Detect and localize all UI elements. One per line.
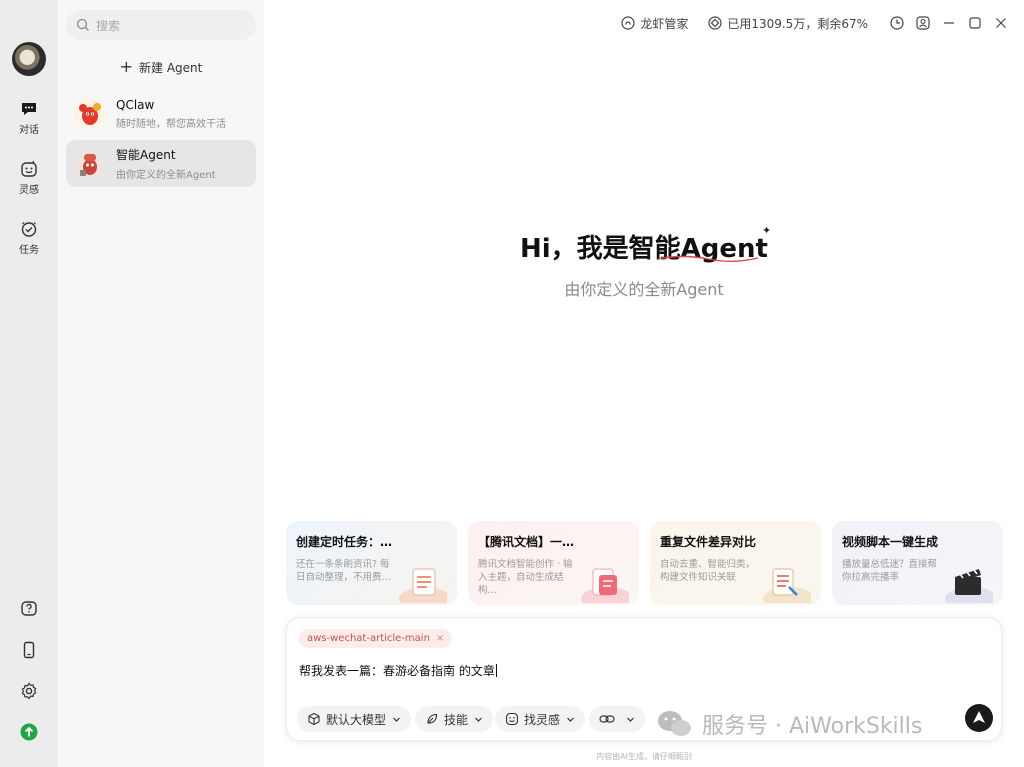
skill-chip-label: aws-wechat-article-main <box>307 633 430 644</box>
find-inspiration-label: 找灵感 <box>524 712 561 727</box>
chevron-down-icon <box>475 717 482 722</box>
conversation-subtitle: 由你定义的全新Agent <box>116 170 216 181</box>
conversation-title: QClaw <box>116 97 155 112</box>
rail-item-chat-label: 对话 <box>19 125 39 136</box>
link-icon <box>599 715 615 723</box>
new-agent-label: 新建 Agent <box>139 60 203 75</box>
rail-item-task-label: 任务 <box>19 245 39 256</box>
sparkle-icon: ✦ <box>762 224 772 237</box>
find-inspiration-button[interactable]: 找灵感 <box>495 706 586 732</box>
prompt-input[interactable]: 帮我发表一篇：春游必备指南 的文章 <box>299 662 497 679</box>
card-description: 腾讯文档智能创作 · 输入主题，自动生成结构… <box>478 559 573 596</box>
send-button[interactable] <box>965 704 993 732</box>
card-description: 播放量总低迷？直接帮你拉高完播率 <box>842 559 938 583</box>
search-icon <box>76 18 89 31</box>
conversation-item-smart-agent[interactable]: 智能Agent 由你定义的全新Agent <box>66 140 256 187</box>
card-description: 还在一条条刷资讯? 每日自动整理，不用费… <box>296 559 392 583</box>
close-icon[interactable] <box>994 16 1008 30</box>
prompt-text: 帮我发表一篇：春游必备指南 的文章 <box>299 664 495 678</box>
qclaw-lobster-avatar <box>74 97 106 130</box>
card-title: 【腾讯文档】一… <box>478 535 575 549</box>
skills-label: 技能 <box>444 712 469 727</box>
phone-icon[interactable] <box>19 640 39 660</box>
clapperboard-icon <box>945 569 993 603</box>
new-agent-button[interactable]: + 新建 Agent <box>66 54 256 80</box>
conversation-subtitle: 随时随地，帮您高效干活 <box>116 118 226 130</box>
lobster-manager-button[interactable]: 龙虾管家 <box>621 15 688 32</box>
suggestion-card-tencent-docs[interactable]: 【腾讯文档】一… 腾讯文档智能创作 · 输入主题，自动生成结构… <box>468 521 639 605</box>
task-check-icon <box>21 222 37 237</box>
history-clock-icon[interactable] <box>890 16 904 30</box>
card-title: 视频脚本一键生成 <box>842 535 939 549</box>
document-icon <box>581 568 629 603</box>
wechat-logo-icon <box>658 711 691 736</box>
hero-subtitle: 由你定义的全新Agent <box>564 280 724 299</box>
suggestion-card-scheduled-task[interactable]: 创建定时任务：… 还在一条条刷资讯? 每日自动整理，不用费… <box>286 521 457 605</box>
user-avatar[interactable] <box>12 42 46 76</box>
smile-icon <box>505 712 519 726</box>
ai-disclaimer: 内容由AI生成，请仔细甄别 <box>596 752 692 761</box>
left-rail: 对话 灵感 任务 <box>0 0 58 767</box>
minimize-icon[interactable] <box>942 16 956 30</box>
file-compare-icon <box>763 568 811 603</box>
conversation-title: 智能Agent <box>116 148 176 162</box>
send-arrow-icon <box>973 711 985 723</box>
lobster-manager-label: 龙虾管家 <box>640 16 689 31</box>
smart-agent-avatar <box>74 147 106 180</box>
conversation-sidebar: 搜索 + 新建 Agent QClaw 随时随地，帮您高效干活 智能Agent … <box>58 0 264 767</box>
rail-item-inspiration-label: 灵感 <box>19 185 39 196</box>
model-selector-label: 默认大模型 <box>326 712 387 727</box>
lobster-manager-icon <box>621 16 635 30</box>
skills-button[interactable]: 技能 <box>415 706 494 732</box>
card-description: 自动去重、智能归类，构建文件知识关联 <box>660 559 756 583</box>
card-title: 创建定时任务：… <box>296 535 393 549</box>
chat-bubble-icon <box>22 103 36 115</box>
chevron-down-icon <box>393 717 400 722</box>
watermark-text: 服务号 · AiWorkSkills <box>702 714 923 739</box>
upgrade-arrow-icon[interactable] <box>19 722 39 742</box>
help-icon[interactable] <box>19 599 39 619</box>
top-bar: 龙虾管家 已用1309.5万，剩余67% <box>601 13 1008 33</box>
suggestion-card-video-script[interactable]: 视频脚本一键生成 播放量总低迷？直接帮你拉高完播率 <box>832 521 1003 605</box>
usage-label: 已用1309.5万，剩余67% <box>727 16 868 31</box>
chevron-down-icon <box>627 717 634 722</box>
chip-close-icon[interactable]: × <box>436 633 444 644</box>
usage-diamond-icon <box>708 16 722 30</box>
suggestion-card-file-diff[interactable]: 重复文件差异对比 自动去重、智能归类，构建文件知识关联 <box>650 521 821 605</box>
plus-icon: + <box>119 57 134 76</box>
conversation-item-qclaw[interactable]: QClaw 随时随地，帮您高效干活 <box>66 90 256 137</box>
maximize-icon[interactable] <box>968 16 982 30</box>
text-caret <box>495 664 497 677</box>
rail-item-task[interactable]: 任务 <box>0 220 58 256</box>
link-button[interactable] <box>589 706 645 732</box>
inspiration-face-icon <box>21 160 37 177</box>
calendar-notepad-icon <box>399 568 447 603</box>
skill-chip[interactable]: aws-wechat-article-main × <box>299 629 453 648</box>
chevron-down-icon <box>567 717 574 722</box>
leaf-icon <box>427 713 438 724</box>
card-title: 重复文件差异对比 <box>660 535 757 549</box>
watermark: 服务号 · AiWorkSkills <box>656 708 922 740</box>
cube-icon <box>308 712 320 726</box>
model-selector-button[interactable]: 默认大模型 <box>297 706 412 732</box>
search-input[interactable]: 搜索 <box>66 10 256 40</box>
usage-indicator[interactable]: 已用1309.5万，剩余67% <box>708 15 868 32</box>
rail-item-inspiration[interactable]: 灵感 <box>0 160 58 196</box>
search-placeholder: 搜索 <box>96 18 121 33</box>
underline-swirl-decoration <box>657 255 759 262</box>
rail-item-chat[interactable]: 对话 <box>0 100 58 136</box>
settings-gear-icon[interactable] <box>19 681 39 701</box>
hero-title: Hi，我是智能Agent <box>520 234 768 264</box>
profile-icon[interactable] <box>916 16 930 30</box>
